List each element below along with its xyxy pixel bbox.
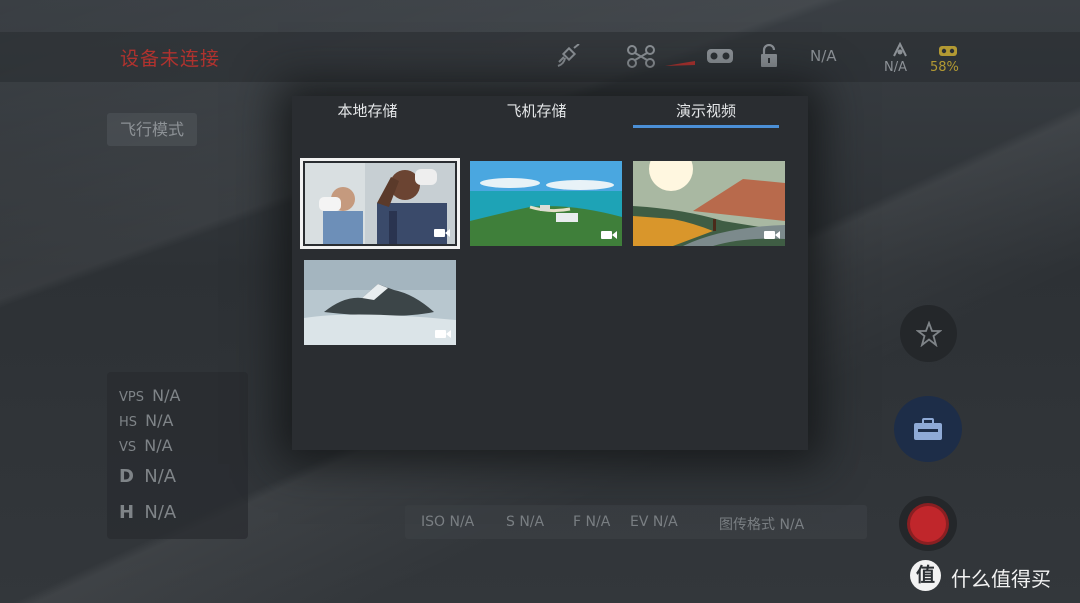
video-library-modal: 本地存储 飞机存储 演示视频: [292, 96, 808, 450]
telemetry-panel: VPS N/A HS N/A VS N/A D N/A H N/A: [107, 372, 248, 539]
goggles-battery-icon: [938, 43, 958, 57]
aperture-value: F N/A: [573, 514, 611, 530]
video-camera-icon: [601, 231, 617, 239]
transmission-format-value: 图传格式 N/A: [719, 517, 805, 533]
video-thumb-coastline[interactable]: [470, 161, 622, 246]
ev-value: EV N/A: [630, 514, 678, 530]
camera-params-bar: ISO N/A S N/A F N/A EV N/A 图传格式 N/A: [405, 505, 867, 539]
watermark-badge: 值: [910, 560, 941, 591]
video-thumb-coastline-image: [470, 161, 622, 246]
vs-value: N/A: [144, 436, 173, 455]
video-thumb-goggles-image: [305, 163, 455, 244]
hs-value: N/A: [145, 411, 174, 430]
video-camera-icon: [435, 330, 451, 338]
height-row: H N/A: [119, 502, 176, 523]
star-icon: [915, 320, 942, 347]
watermark-text: 什么值得买: [951, 567, 1051, 591]
distance-label: D: [119, 466, 134, 487]
gimbal-na-value: N/A: [884, 60, 907, 75]
satellite-icon: [556, 43, 582, 68]
signal-na-value: N/A: [810, 47, 837, 65]
vps-value: N/A: [152, 386, 181, 405]
video-thumb-snowy-mountain-image: [304, 260, 456, 345]
record-dot-icon: [910, 505, 946, 542]
video-thumb-sunset-road-image: [633, 161, 785, 246]
video-thumb-sunset-road[interactable]: [633, 161, 785, 246]
toolbox-icon: [914, 418, 942, 440]
signal-strength-icon: [665, 52, 695, 66]
drone-icon: [626, 44, 656, 68]
tab-local-storage[interactable]: 本地存储: [320, 100, 415, 128]
vs-label: VS: [119, 440, 137, 455]
unlock-icon: [758, 43, 780, 68]
distance-row: D N/A: [119, 466, 176, 487]
gimbal-icon: [890, 41, 910, 58]
tab-demo-videos[interactable]: 演示视频: [633, 100, 779, 128]
hs-row: HS N/A: [119, 411, 173, 430]
video-thumb-goggles[interactable]: [300, 158, 460, 249]
record-button[interactable]: [899, 496, 957, 551]
vps-row: VPS N/A: [119, 386, 180, 405]
hs-label: HS: [119, 415, 138, 430]
video-camera-icon: [434, 229, 450, 237]
star-mode-button[interactable]: [900, 305, 957, 362]
toolbox-button[interactable]: [894, 396, 962, 462]
battery-percentage: 58%: [930, 60, 959, 75]
goggles-icon: [706, 44, 734, 68]
tab-aircraft-storage[interactable]: 飞机存储: [489, 100, 584, 128]
flight-mode-button[interactable]: 飞行模式: [107, 113, 197, 146]
distance-value: N/A: [144, 466, 177, 487]
shutter-value: S N/A: [506, 514, 545, 530]
connection-status: 设备未连接: [120, 48, 221, 70]
vps-label: VPS: [119, 390, 144, 405]
height-value: N/A: [144, 502, 177, 523]
height-label: H: [119, 502, 135, 523]
iso-value: ISO N/A: [421, 514, 475, 530]
video-thumb-snowy-mountain[interactable]: [304, 260, 456, 345]
video-camera-icon: [764, 231, 780, 239]
vs-row: VS N/A: [119, 436, 173, 455]
